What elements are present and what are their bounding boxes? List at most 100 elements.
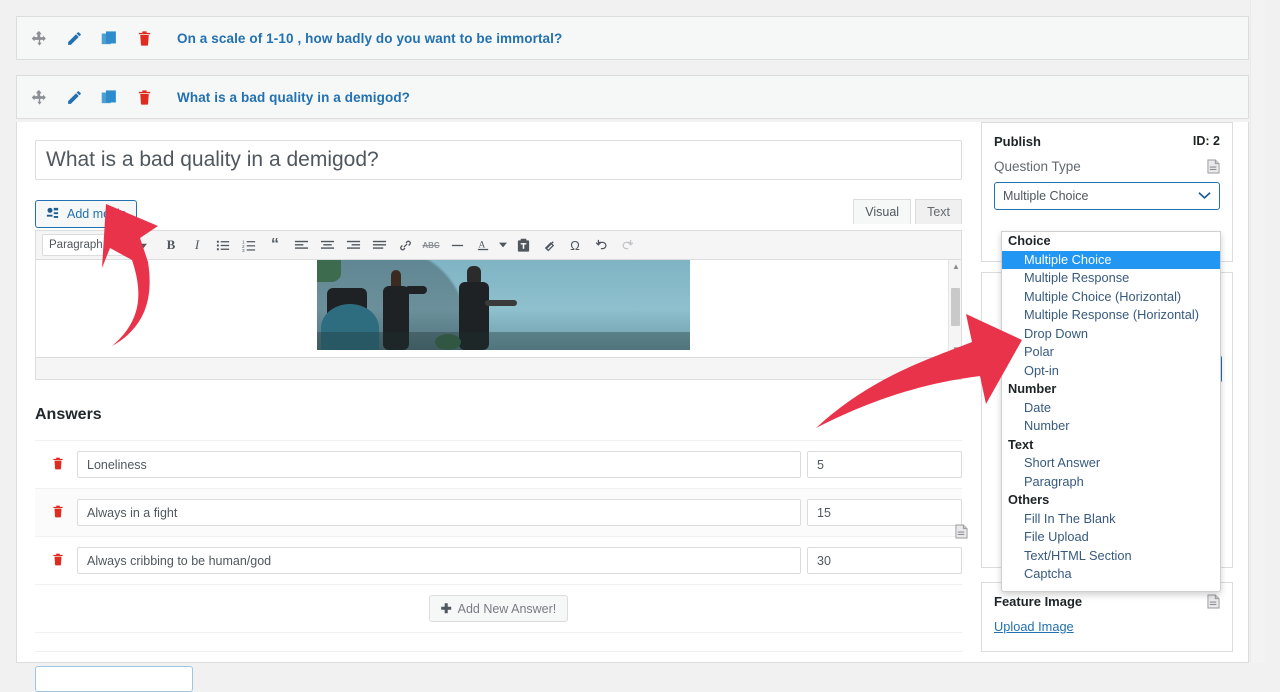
align-center-icon[interactable] (314, 233, 340, 257)
answers-list: ✚ Add New Answer! (35, 440, 962, 633)
move-icon[interactable] (31, 30, 48, 47)
add-media-button[interactable]: Add media (35, 200, 137, 228)
editor-content-area[interactable]: ▲ ▼ (35, 260, 962, 358)
section-divider (35, 651, 962, 652)
answer-text-input[interactable] (77, 547, 801, 574)
answer-value-input[interactable] (807, 451, 962, 478)
question-type-select[interactable]: Multiple Choice (994, 182, 1220, 210)
dropdown-option-multiple-response[interactable]: Multiple Response (1002, 269, 1220, 288)
move-icon[interactable] (31, 89, 48, 106)
redo-icon[interactable] (614, 233, 640, 257)
question-row-actions (31, 89, 153, 106)
scroll-down-arrow-icon[interactable]: ▼ (952, 346, 960, 354)
scroll-up-arrow-icon[interactable]: ▲ (952, 263, 960, 271)
strikethrough-icon[interactable]: ABC (418, 233, 444, 257)
upload-image-link[interactable]: Upload Image (994, 619, 1074, 634)
publish-metabox-body: Question Type Multiple Choice (982, 159, 1232, 224)
question-type-label: Question Type (994, 159, 1081, 174)
dropdown-option-drop-down[interactable]: Drop Down (1002, 325, 1220, 344)
paragraph-format-select[interactable]: Paragraph (42, 234, 147, 256)
dropdown-option-multiple-response-horizontal[interactable]: Multiple Response (Horizontal) (1002, 306, 1220, 325)
duplicate-icon[interactable] (101, 30, 118, 47)
editor-scrollbar-thumb[interactable] (951, 288, 960, 326)
horizontal-rule-icon[interactable] (444, 233, 470, 257)
question-row-collapsed[interactable]: What is a bad quality in a demigod? (16, 75, 1249, 119)
feature-image-metabox: Feature Image Upload Image (981, 582, 1233, 652)
dropdown-option-file-upload[interactable]: File Upload (1002, 528, 1220, 547)
question-title-input[interactable] (35, 140, 962, 180)
question-type-dropdown-list[interactable]: Choice Multiple Choice Multiple Response… (1001, 231, 1221, 592)
delete-answer-icon[interactable] (51, 456, 77, 473)
answer-value-input[interactable] (807, 547, 962, 574)
editor-status-bar (35, 358, 962, 380)
dropdown-option-paragraph[interactable]: Paragraph (1002, 473, 1220, 492)
text-color-icon[interactable]: A (470, 233, 496, 257)
dropdown-option-multiple-choice-horizontal[interactable]: Multiple Choice (Horizontal) (1002, 288, 1220, 307)
add-new-answer-button[interactable]: ✚ Add New Answer! (428, 595, 569, 622)
clear-formatting-icon[interactable] (536, 233, 562, 257)
chevron-down-icon[interactable] (1198, 189, 1211, 203)
answer-value-input[interactable] (807, 499, 962, 526)
dropdown-option-multiple-choice[interactable]: Multiple Choice (1002, 250, 1220, 269)
dropdown-option-captcha[interactable]: Captcha (1002, 565, 1220, 584)
publish-heading: Publish (994, 133, 1041, 149)
media-icon (45, 206, 62, 223)
italic-icon[interactable]: I (184, 233, 210, 257)
page-scrollbar-track[interactable] (1250, 0, 1265, 663)
paragraph-format-value: Paragraph (49, 239, 103, 251)
align-right-icon[interactable] (340, 233, 366, 257)
special-character-icon[interactable]: Ω (562, 233, 588, 257)
edit-pencil-icon[interactable] (66, 89, 83, 106)
blockquote-icon[interactable]: “ (262, 233, 288, 257)
answers-panel-doc-icon[interactable] (955, 524, 968, 539)
question-id-label: ID: 2 (1192, 134, 1220, 148)
bold-icon[interactable]: B (158, 233, 184, 257)
dropdown-option-number[interactable]: Number (1002, 417, 1220, 436)
dropdown-group-label: Number (1008, 381, 1057, 396)
media-and-tabs-row: Add media Visual Text (35, 199, 962, 228)
trash-icon[interactable] (136, 30, 153, 47)
feature-image-doc-icon[interactable] (1207, 594, 1220, 609)
dropdown-option-text-html-section[interactable]: Text/HTML Section (1002, 547, 1220, 566)
publish-metabox-header: Publish ID: 2 (982, 123, 1232, 159)
dropdown-group-label: Others (1008, 492, 1050, 507)
edit-pencil-icon[interactable] (66, 30, 83, 47)
editor-scrollbar[interactable]: ▲ ▼ (948, 260, 961, 357)
dropdown-option-opt-in[interactable]: Opt-in (1002, 362, 1220, 381)
svg-text:3: 3 (242, 248, 245, 253)
plus-icon: ✚ (440, 600, 452, 616)
align-left-icon[interactable] (288, 233, 314, 257)
undo-icon[interactable] (588, 233, 614, 257)
answer-text-input[interactable] (77, 499, 801, 526)
trash-icon[interactable] (136, 89, 153, 106)
dropdown-option-polar[interactable]: Polar (1002, 343, 1220, 362)
align-justify-icon[interactable] (366, 233, 392, 257)
dropdown-group-label: Choice (1008, 233, 1051, 248)
numbered-list-icon[interactable]: 123 (236, 233, 262, 257)
answer-row (35, 489, 962, 537)
dropdown-option-short-answer[interactable]: Short Answer (1002, 454, 1220, 473)
dropdown-bottom-padding (1002, 584, 1220, 591)
delete-answer-icon[interactable] (51, 504, 77, 521)
dropdown-group-label: Text (1008, 436, 1034, 452)
editor-inline-image[interactable] (317, 260, 690, 350)
editor-mode-tabs: Visual Text (849, 199, 962, 224)
duplicate-icon[interactable] (101, 89, 118, 106)
tab-text[interactable]: Text (915, 199, 962, 224)
tab-visual[interactable]: Visual (853, 199, 912, 224)
bulleted-list-icon[interactable] (210, 233, 236, 257)
paste-as-text-icon[interactable] (510, 233, 536, 257)
text-color-chevron-icon[interactable] (496, 233, 510, 257)
dropdown-option-date[interactable]: Date (1002, 399, 1220, 418)
question-row-collapsed[interactable]: On a scale of 1-10 , how badly do you wa… (16, 16, 1249, 60)
question-type-doc-icon[interactable] (1207, 159, 1220, 174)
question-row-actions (31, 30, 153, 47)
bottom-secondary-button[interactable] (35, 666, 193, 692)
add-media-label: Add media (67, 207, 127, 221)
dropdown-option-fill-in-the-blank[interactable]: Fill In The Blank (1002, 510, 1220, 529)
editor-toolbar: Paragraph B I 123 “ ABC A Ω (35, 230, 962, 260)
answer-text-input[interactable] (77, 451, 801, 478)
chevron-down-icon[interactable] (138, 242, 147, 254)
insert-link-icon[interactable] (392, 233, 418, 257)
delete-answer-icon[interactable] (51, 552, 77, 569)
